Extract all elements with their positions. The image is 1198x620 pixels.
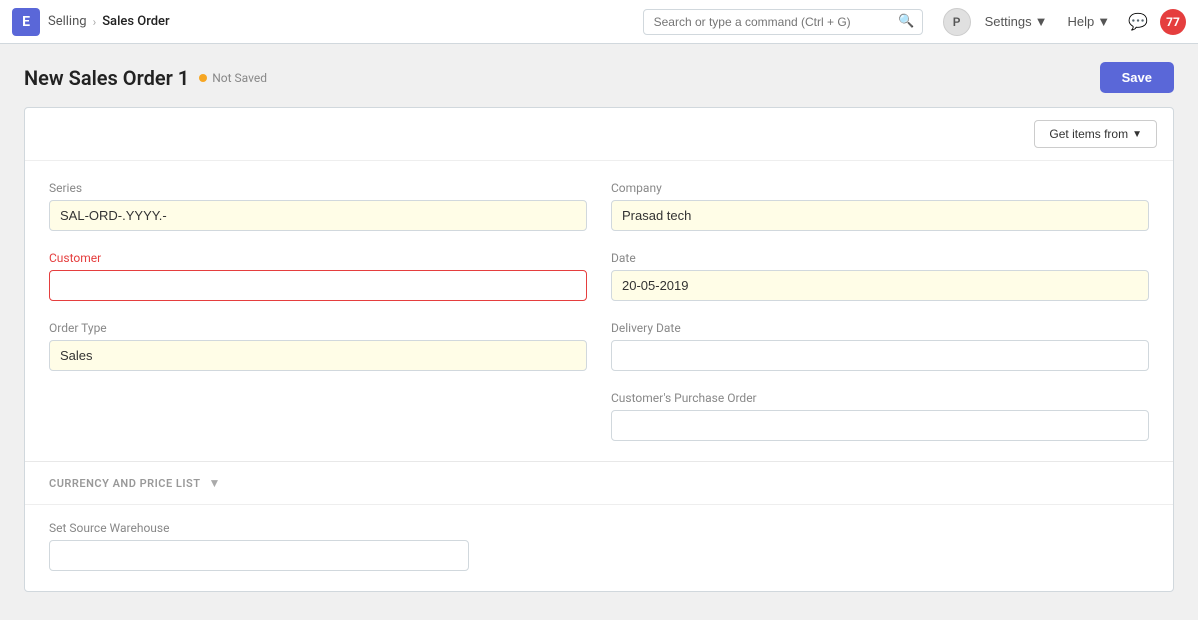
empty-left-cell	[49, 391, 587, 441]
form-grid: Series Company Customer Date Order Type	[25, 161, 1173, 461]
order-type-input[interactable]	[49, 340, 587, 371]
get-items-dropdown-icon: ▼	[1132, 129, 1142, 140]
get-items-button[interactable]: Get items from ▼	[1034, 120, 1157, 148]
help-chevron-icon: ▼	[1097, 14, 1110, 29]
breadcrumb-selling[interactable]: Selling	[48, 14, 87, 29]
customer-input[interactable]	[49, 270, 587, 301]
content-area: Get items from ▼ Series Company Customer	[0, 107, 1198, 620]
series-group: Series	[49, 181, 587, 231]
page-header: New Sales Order 1 Not Saved Save	[0, 44, 1198, 107]
purchase-order-input[interactable]	[611, 410, 1149, 441]
help-button[interactable]: Help ▼	[1061, 10, 1116, 33]
currency-section[interactable]: CURRENCY AND PRICE LIST ▼	[25, 461, 1173, 504]
search-icon: 🔍	[898, 14, 914, 29]
settings-chevron-icon: ▼	[1035, 14, 1048, 29]
delivery-date-label: Delivery Date	[611, 321, 1149, 335]
notification-icon[interactable]: 💬	[1124, 8, 1152, 35]
brand-logo[interactable]: E	[12, 8, 40, 36]
company-group: Company	[611, 181, 1149, 231]
navbar-right: P Settings ▼ Help ▼ 💬 77	[943, 8, 1186, 36]
date-label: Date	[611, 251, 1149, 265]
card-header-row: Get items from ▼	[25, 108, 1173, 161]
status-text: Not Saved	[212, 71, 267, 85]
status-badge: Not Saved	[199, 71, 267, 85]
navbar: E Selling › Sales Order 🔍 P Settings ▼ H…	[0, 0, 1198, 44]
warehouse-label: Set Source Warehouse	[49, 521, 1149, 535]
purchase-order-label: Customer's Purchase Order	[611, 391, 1149, 405]
date-input[interactable]	[611, 270, 1149, 301]
avatar[interactable]: P	[943, 8, 971, 36]
order-type-label: Order Type	[49, 321, 587, 335]
customer-group: Customer	[49, 251, 587, 301]
status-dot	[199, 74, 207, 82]
series-input[interactable]	[49, 200, 587, 231]
search-bar: 🔍	[643, 9, 923, 35]
series-label: Series	[49, 181, 587, 195]
page-title: New Sales Order 1	[24, 66, 189, 90]
notification-badge[interactable]: 77	[1160, 9, 1186, 35]
search-input[interactable]	[643, 9, 923, 35]
delivery-date-input[interactable]	[611, 340, 1149, 371]
breadcrumb-chevron: ›	[93, 15, 97, 29]
company-label: Company	[611, 181, 1149, 195]
settings-button[interactable]: Settings ▼	[979, 10, 1054, 33]
warehouse-section: Set Source Warehouse	[25, 504, 1173, 591]
purchase-order-group: Customer's Purchase Order	[611, 391, 1149, 441]
breadcrumb-sales-order: Sales Order	[102, 14, 169, 29]
currency-label: CURRENCY AND PRICE LIST	[49, 477, 201, 490]
customer-label: Customer	[49, 251, 587, 265]
save-button[interactable]: Save	[1100, 62, 1174, 93]
page-title-area: New Sales Order 1 Not Saved	[24, 66, 267, 90]
delivery-date-group: Delivery Date	[611, 321, 1149, 371]
breadcrumb: Selling › Sales Order	[48, 14, 170, 29]
order-type-group: Order Type	[49, 321, 587, 371]
currency-chevron-icon: ▼	[209, 476, 221, 490]
main-card: Get items from ▼ Series Company Customer	[24, 107, 1174, 592]
company-input[interactable]	[611, 200, 1149, 231]
warehouse-input[interactable]	[49, 540, 469, 571]
date-group: Date	[611, 251, 1149, 301]
